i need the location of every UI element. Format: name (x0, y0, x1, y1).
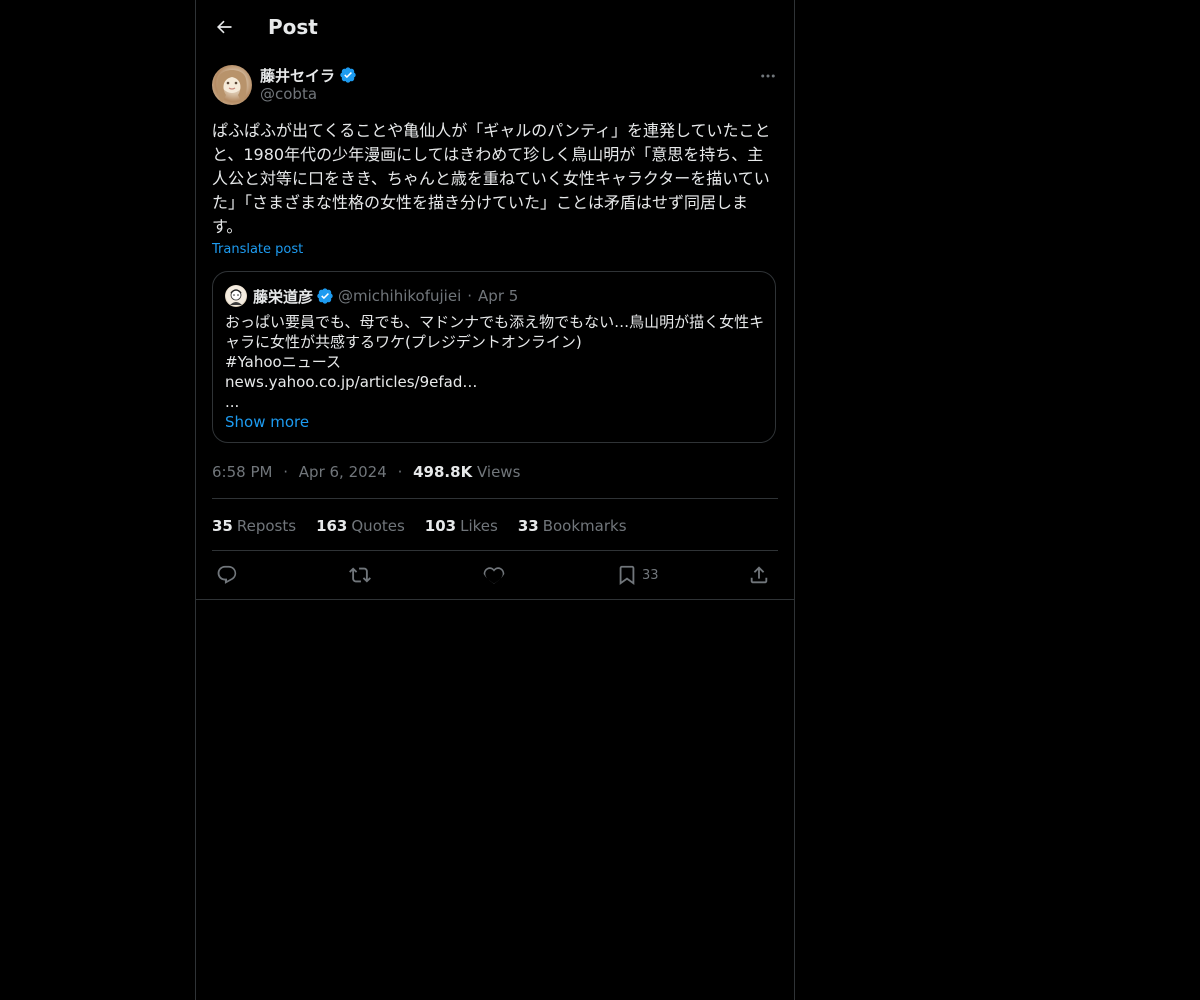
like-button[interactable] (483, 562, 505, 588)
quoted-post[interactable]: 藤栄道彦 @michihikofujiei · Apr 5 おっぱい要員でも、母… (212, 271, 776, 443)
action-bar: 33 (212, 562, 778, 590)
bookmarks-label: Bookmarks (542, 517, 627, 535)
arrow-left-icon (214, 17, 234, 37)
views-count: 498.8K (413, 463, 473, 481)
quoted-author-name: 藤栄道彦 (253, 287, 314, 306)
show-more-link[interactable]: Show more (225, 412, 309, 432)
repost-button[interactable] (349, 562, 371, 588)
hashtag-link[interactable]: #Yahooニュース (225, 352, 765, 372)
post-time[interactable]: 6:58 PM (212, 463, 272, 481)
heart-icon (483, 564, 505, 586)
likes-count: 103 (424, 517, 457, 535)
divider (196, 599, 794, 600)
post-meta: 6:58 PM · Apr 6, 2024 · 498.8K Views (212, 462, 520, 482)
quoted-post-header: 藤栄道彦 @michihikofujiei · Apr 5 (225, 284, 518, 308)
post-text: ぱふぱふが出てくることや亀仙人が「ギャルのパンティ」を連発していたことと、198… (212, 121, 771, 236)
repost-icon (349, 564, 371, 586)
divider (212, 498, 778, 499)
likes-label: Likes (460, 517, 498, 535)
more-horizontal-icon (759, 67, 777, 85)
quoted-line: ... (225, 393, 240, 411)
post-column: Post 藤井セイラ @cobta ぱふぱふが出てくることや亀仙人が「ギャルのパ… (195, 0, 795, 1000)
url-link[interactable]: news.yahoo.co.jp/articles/9efad… (225, 372, 765, 392)
separator-dot: · (467, 287, 473, 305)
quoted-author-handle: @michihikofujiei (338, 287, 462, 305)
quotes-label: Quotes (351, 517, 405, 535)
verified-badge-icon (316, 287, 334, 305)
post-date[interactable]: Apr 6, 2024 (299, 463, 387, 481)
quotes-stat[interactable]: 163 Quotes (316, 516, 405, 536)
page-title: Post (268, 15, 318, 39)
reply-button[interactable] (216, 562, 238, 588)
back-button[interactable] (210, 13, 238, 41)
share-icon (748, 564, 770, 586)
verified-badge-icon (339, 66, 357, 84)
reposts-stat[interactable]: 35 Reposts (212, 516, 296, 536)
bookmark-count: 33 (642, 567, 659, 583)
separator-dot: · (283, 463, 289, 481)
views-label: Views (476, 463, 521, 481)
author-handle[interactable]: @cobta (260, 85, 317, 103)
bookmarks-count: 33 (517, 517, 539, 535)
bookmark-icon (616, 564, 638, 586)
quoted-avatar (225, 285, 247, 307)
reply-icon (216, 564, 238, 586)
bookmark-button[interactable]: 33 (616, 562, 659, 588)
quotes-count: 163 (316, 517, 348, 535)
post-author: 藤井セイラ @cobta (212, 64, 778, 108)
post-stats: 35 Reposts 163 Quotes 103 Likes 33 Bookmarks (212, 516, 647, 536)
likes-stat[interactable]: 103 Likes (425, 516, 498, 536)
more-button[interactable] (758, 66, 778, 86)
reposts-count: 35 (212, 517, 233, 535)
author-name[interactable]: 藤井セイラ (260, 65, 335, 86)
header-bar: Post (196, 0, 794, 54)
quoted-line: おっぱい要員でも、母でも、マドンナでも添え物でもない…鳥山明が描く女性キ (225, 313, 765, 331)
divider (212, 550, 778, 551)
share-button[interactable] (748, 562, 770, 588)
quoted-date: Apr 5 (478, 287, 519, 305)
separator-dot: · (397, 463, 403, 481)
bookmarks-stat[interactable]: 33 Bookmarks (518, 516, 627, 536)
avatar[interactable] (212, 65, 252, 105)
reposts-label: Reposts (236, 517, 297, 535)
quoted-line: ャラに女性が共感するワケ(プレジデントオンライン) (225, 333, 582, 351)
quoted-post-text: おっぱい要員でも、母でも、マドンナでも添え物でもない…鳥山明が描く女性キ ャラに… (225, 312, 765, 412)
translate-post-link[interactable]: Translate post (212, 242, 303, 257)
author-name-row: 藤井セイラ (260, 64, 357, 86)
